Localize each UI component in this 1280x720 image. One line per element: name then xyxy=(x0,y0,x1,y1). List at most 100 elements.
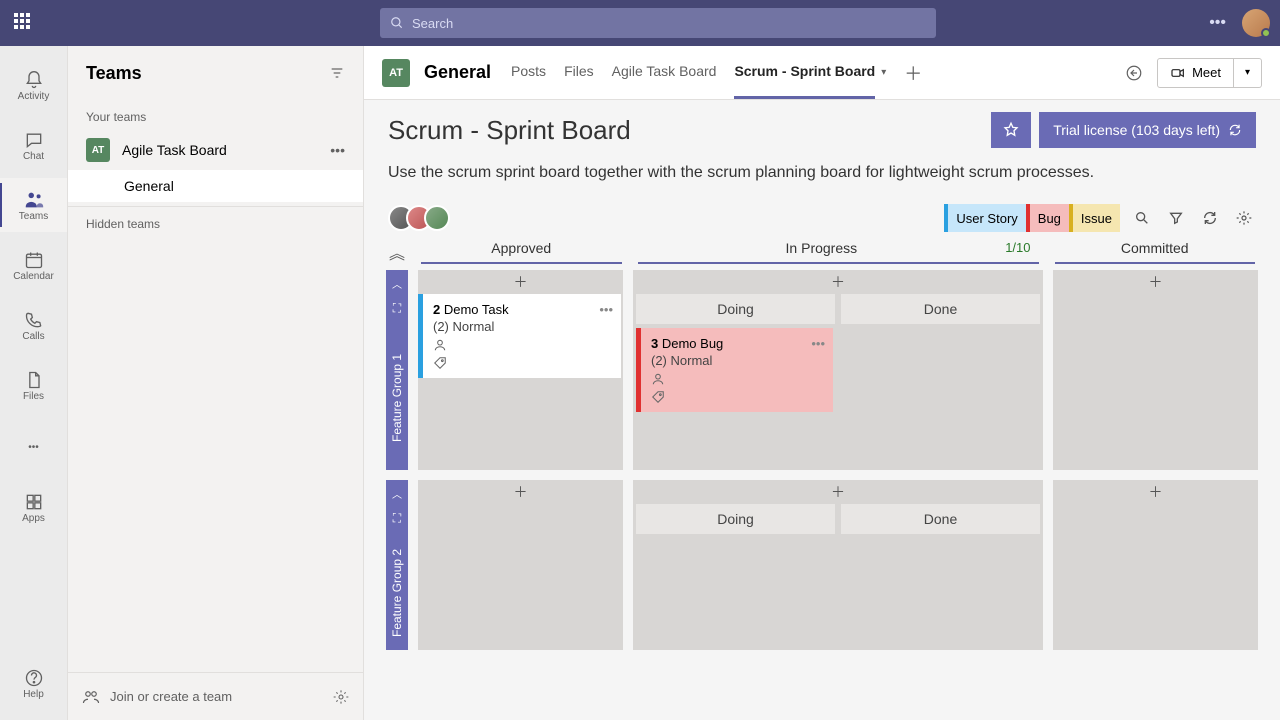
collapse-lane-icon[interactable]: ︿ xyxy=(392,486,402,501)
team-avatar: AT xyxy=(86,138,110,162)
subcolumn-done: Done xyxy=(841,294,1040,324)
rail-calls[interactable]: Calls xyxy=(0,298,67,352)
search-board-icon[interactable] xyxy=(1130,206,1154,230)
search-icon xyxy=(390,16,404,30)
refresh-icon[interactable] xyxy=(1228,123,1242,137)
card-title: Demo Bug xyxy=(662,336,723,351)
video-icon xyxy=(1170,65,1186,81)
filter-bug[interactable]: Bug xyxy=(1026,204,1069,232)
rail-chat[interactable]: Chat xyxy=(0,118,67,172)
board-title: Scrum - Sprint Board xyxy=(388,115,991,146)
tab-scrum-sprint-board[interactable]: Scrum - Sprint Board xyxy=(734,46,875,99)
tab-agile-task-board[interactable]: Agile Task Board xyxy=(612,46,717,99)
teams-icon xyxy=(23,189,45,211)
rail-label: Chat xyxy=(23,151,44,162)
rail-more[interactable]: ••• xyxy=(0,420,67,474)
swimlane-header[interactable]: ︿ ⛶ Feature Group 1 xyxy=(386,270,408,470)
join-create-icon xyxy=(82,688,100,706)
filter-user-story[interactable]: User Story xyxy=(944,204,1025,232)
add-card-button[interactable] xyxy=(633,270,1043,294)
rail-teams[interactable]: Teams xyxy=(0,178,67,232)
team-item[interactable]: AT Agile Task Board ••• xyxy=(68,130,363,170)
filter-icon[interactable] xyxy=(329,65,345,81)
filter-issue[interactable]: Issue xyxy=(1069,204,1120,232)
favorite-button[interactable] xyxy=(991,112,1031,148)
hidden-teams-label[interactable]: Hidden teams xyxy=(68,206,363,237)
member-avatars[interactable] xyxy=(388,205,442,231)
gear-icon[interactable] xyxy=(333,689,349,705)
app-launcher[interactable] xyxy=(10,9,38,37)
add-card-button[interactable] xyxy=(1053,480,1258,504)
star-icon xyxy=(1002,121,1020,139)
add-card-button[interactable] xyxy=(418,480,623,504)
add-tab-button[interactable]: ＋ xyxy=(904,60,922,86)
card-title: Demo Task xyxy=(444,302,509,317)
card-id: 2 xyxy=(433,302,440,317)
rail-apps[interactable]: Apps xyxy=(0,480,67,534)
subcolumn-done: Done xyxy=(841,504,1040,534)
rail-label: Files xyxy=(23,391,44,402)
meet-label: Meet xyxy=(1192,65,1221,80)
add-card-button[interactable] xyxy=(1053,270,1258,294)
add-card-button[interactable] xyxy=(633,480,1043,504)
person-icon xyxy=(433,338,611,352)
rail-label: Teams xyxy=(19,211,48,222)
channel-general[interactable]: General xyxy=(68,170,363,202)
person-icon xyxy=(651,372,823,386)
trial-banner: Trial license (103 days left) xyxy=(1039,112,1256,148)
card-more-icon[interactable]: ••• xyxy=(599,302,613,317)
more-icon[interactable]: ••• xyxy=(1205,10,1230,36)
team-more-icon[interactable]: ••• xyxy=(330,142,345,158)
tag-icon xyxy=(651,390,823,404)
search-input[interactable] xyxy=(412,16,926,31)
tab-files[interactable]: Files xyxy=(564,46,594,99)
team-name: Agile Task Board xyxy=(122,142,318,158)
your-teams-label: Your teams xyxy=(68,100,363,130)
card-id: 3 xyxy=(651,336,658,351)
swimlane-name: Feature Group 2 xyxy=(390,536,404,650)
rail-files[interactable]: Files xyxy=(0,358,67,412)
swimlane-name: Feature Group 1 xyxy=(390,326,404,470)
rail-activity[interactable]: Activity xyxy=(0,58,67,112)
refresh-board-icon[interactable] xyxy=(1198,206,1222,230)
card-bug[interactable]: ••• 3 Demo Bug (2) Normal xyxy=(636,328,833,412)
channel-name: General xyxy=(424,62,491,83)
join-create-team[interactable]: Join or create a team xyxy=(110,689,232,704)
ellipsis-icon: ••• xyxy=(23,436,45,458)
swimlane-header[interactable]: ︿ ⛶ Feature Group 2 xyxy=(386,480,408,650)
pin-icon[interactable]: ⛶ xyxy=(393,511,401,526)
tag-icon xyxy=(433,356,611,370)
filter-board-icon[interactable] xyxy=(1164,206,1188,230)
settings-board-icon[interactable] xyxy=(1232,206,1256,230)
meet-chevron[interactable]: ▾ xyxy=(1234,58,1262,88)
collapse-lane-icon[interactable]: ︿ xyxy=(392,276,402,291)
column-in-progress: In Progress1/10 xyxy=(638,240,1039,264)
trial-text: Trial license (103 days left) xyxy=(1053,122,1220,138)
phone-icon xyxy=(23,309,45,331)
file-icon xyxy=(23,369,45,391)
meet-button[interactable]: Meet xyxy=(1157,58,1234,88)
tab-posts[interactable]: Posts xyxy=(511,46,546,99)
rail-label: Help xyxy=(23,689,44,700)
card-task[interactable]: ••• 2 Demo Task (2) Normal xyxy=(418,294,621,378)
collapse-all-icon[interactable]: ︽ xyxy=(386,240,408,264)
chevron-down-icon[interactable]: ▾ xyxy=(881,67,886,78)
card-priority: (2) Normal xyxy=(651,353,823,368)
apps-icon xyxy=(23,491,45,513)
reply-icon[interactable] xyxy=(1125,64,1143,82)
rail-label: Calls xyxy=(22,331,44,342)
rail-help[interactable]: Help xyxy=(0,656,67,710)
rail-label: Activity xyxy=(18,91,50,102)
pin-icon[interactable]: ⛶ xyxy=(393,301,401,316)
add-card-button[interactable] xyxy=(418,270,623,294)
card-more-icon[interactable]: ••• xyxy=(811,336,825,351)
avatar[interactable] xyxy=(424,205,450,231)
rail-label: Calendar xyxy=(13,271,54,282)
profile-avatar[interactable] xyxy=(1242,9,1270,37)
search-box[interactable] xyxy=(380,8,936,38)
column-committed: Committed xyxy=(1055,240,1256,264)
card-priority: (2) Normal xyxy=(433,319,611,334)
rail-calendar[interactable]: Calendar xyxy=(0,238,67,292)
rail-label: Apps xyxy=(22,513,45,524)
channel-avatar: AT xyxy=(382,59,410,87)
